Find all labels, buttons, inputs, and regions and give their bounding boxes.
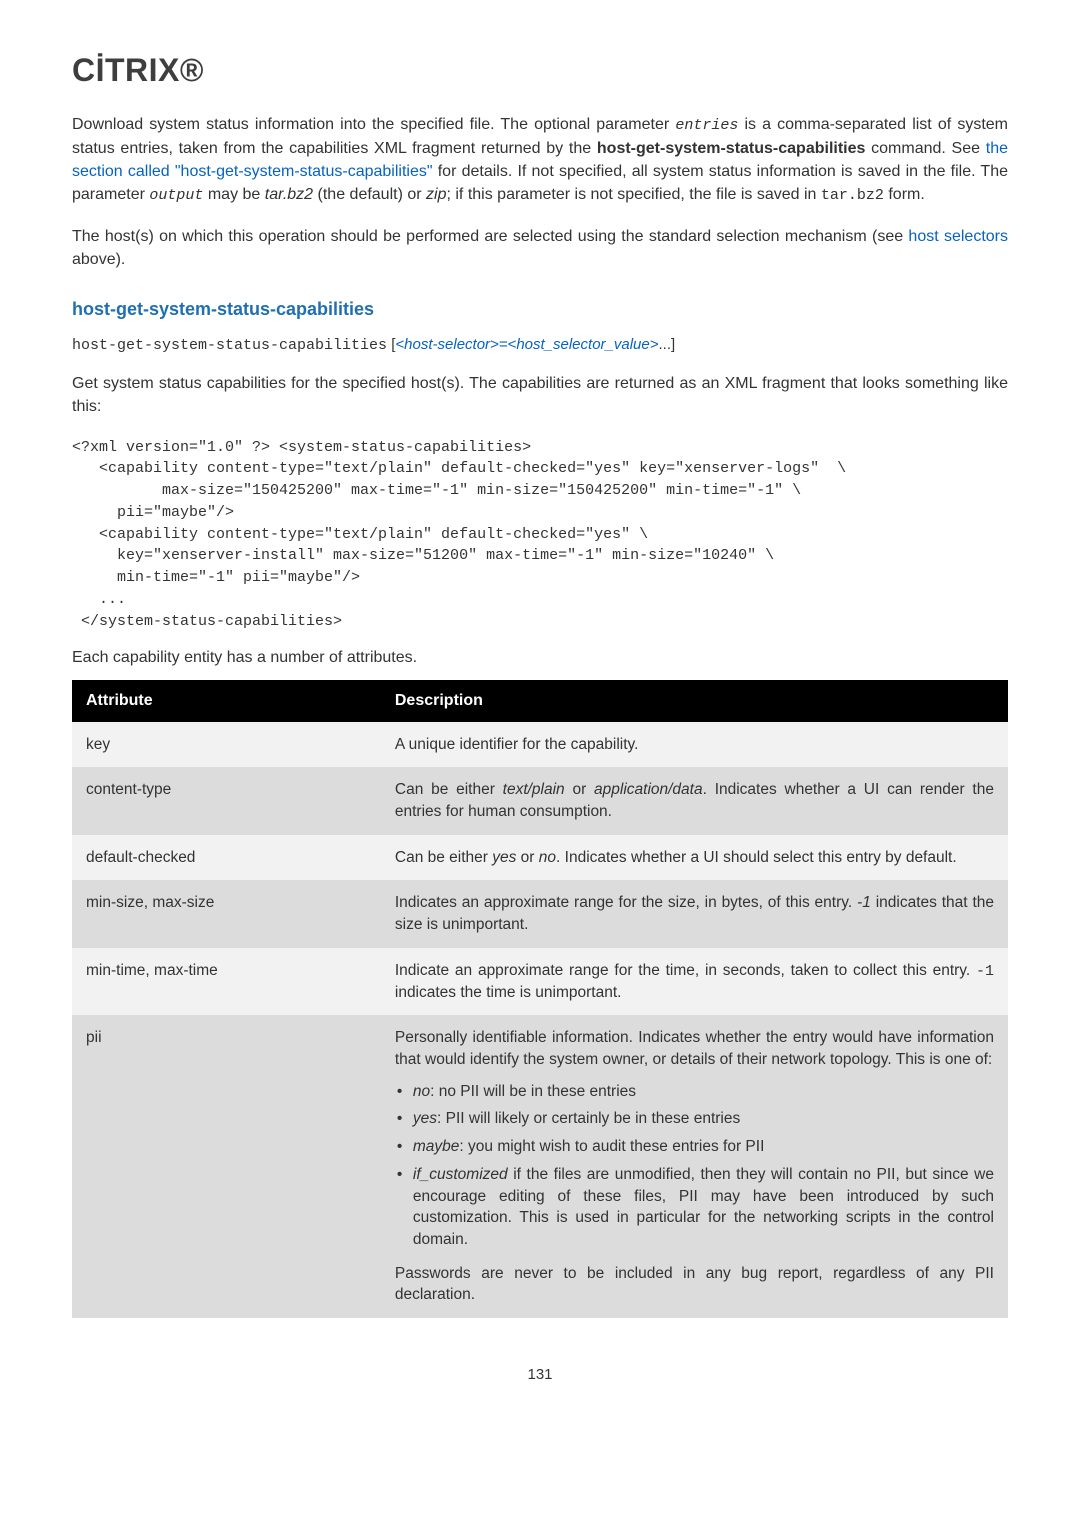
command-name: host-get-system-status-capabilities <box>72 337 387 354</box>
command-usage-line: host-get-system-status-capabilities [<ho… <box>72 336 1008 354</box>
attr-desc: Indicate an approximate range for the ti… <box>381 948 1008 1016</box>
command-arg: <host-selector>=<host_selector_value> <box>395 336 658 353</box>
code-tarbz2: tar.bz2 <box>821 187 884 204</box>
text: The host(s) on which this operation shou… <box>72 228 908 245</box>
value: yes <box>492 849 516 866</box>
value: text/plain <box>503 781 565 798</box>
value-tarbz2: tar.bz2 <box>265 186 313 203</box>
attr-name: pii <box>72 1015 381 1318</box>
attr-name: content-type <box>72 767 381 834</box>
attr-desc: Personally identifiable information. Ind… <box>381 1015 1008 1318</box>
param-output: output <box>149 187 203 204</box>
text: or <box>516 849 538 866</box>
text: : you might wish to audit these entries … <box>459 1138 764 1155</box>
attr-desc: A unique identifier for the capability. <box>381 722 1008 768</box>
text: Can be either <box>395 781 503 798</box>
text: above). <box>72 251 125 268</box>
text: ...] <box>659 336 676 353</box>
pii-intro: Personally identifiable information. Ind… <box>395 1027 994 1070</box>
citrix-logo: CİTRIX® <box>72 52 1008 89</box>
param-entries: entries <box>675 117 738 134</box>
text: may be <box>203 186 264 203</box>
text: (the default) or <box>313 186 426 203</box>
attributes-table: Attribute Description key A unique ident… <box>72 680 1008 1318</box>
list-item: if_customized if the files are unmodifie… <box>395 1164 994 1251</box>
text: indicates the time is unimportant. <box>395 984 622 1001</box>
xml-code-block: <?xml version="1.0" ?> <system-status-ca… <box>72 437 1008 633</box>
attr-name: min-size, max-size <box>72 880 381 947</box>
attr-desc: Indicates an approximate range for the s… <box>381 880 1008 947</box>
list-item: yes: PII will likely or certainly be in … <box>395 1108 994 1130</box>
intro-paragraph-1: Download system status information into … <box>72 113 1008 207</box>
table-row: min-time, max-time Indicate an approxima… <box>72 948 1008 1016</box>
table-row: key A unique identifier for the capabili… <box>72 722 1008 768</box>
section-paragraph: Get system status capabilities for the s… <box>72 372 1008 418</box>
command-bold: host-get-system-status-capabilities <box>597 140 866 157</box>
list-item: maybe: you might wish to audit these ent… <box>395 1136 994 1158</box>
pii-footer: Passwords are never to be included in an… <box>395 1263 994 1306</box>
value: -1 <box>857 894 871 911</box>
text: Indicates an approximate range for the s… <box>395 894 857 911</box>
value: application/data <box>594 781 703 798</box>
section-heading: host-get-system-status-capabilities <box>72 299 1008 320</box>
value: if_customized <box>413 1166 508 1183</box>
attr-desc: Can be either text/plain or application/… <box>381 767 1008 834</box>
text: : no PII will be in these entries <box>430 1083 636 1100</box>
text: Download system status information into … <box>72 116 675 133</box>
text: Can be either <box>395 849 492 866</box>
value: no <box>413 1083 430 1100</box>
text: command. See <box>865 140 985 157</box>
table-header-attribute: Attribute <box>72 680 381 722</box>
value: no <box>539 849 556 866</box>
text: form. <box>884 186 925 203</box>
table-row: pii Personally identifiable information.… <box>72 1015 1008 1318</box>
text: Indicate an approximate range for the ti… <box>395 962 976 979</box>
attr-name: key <box>72 722 381 768</box>
table-row: min-size, max-size Indicates an approxim… <box>72 880 1008 947</box>
pii-bullet-list: no: no PII will be in these entries yes:… <box>395 1081 994 1251</box>
page-number: 131 <box>72 1366 1008 1383</box>
link-host-selectors[interactable]: host selectors <box>908 228 1008 245</box>
text: . Indicates whether a UI should select t… <box>556 849 957 866</box>
text: ; if this parameter is not specified, th… <box>446 186 820 203</box>
after-code-paragraph: Each capability entity has a number of a… <box>72 646 1008 669</box>
table-header-description: Description <box>381 680 1008 722</box>
value: maybe <box>413 1138 460 1155</box>
value-zip: zip <box>426 186 446 203</box>
intro-paragraph-2: The host(s) on which this operation shou… <box>72 225 1008 271</box>
text: : PII will likely or certainly be in the… <box>437 1110 740 1127</box>
value: yes <box>413 1110 437 1127</box>
table-row: default-checked Can be either yes or no.… <box>72 835 1008 881</box>
attr-desc: Can be either yes or no. Indicates wheth… <box>381 835 1008 881</box>
list-item: no: no PII will be in these entries <box>395 1081 994 1103</box>
attr-name: default-checked <box>72 835 381 881</box>
table-row: content-type Can be either text/plain or… <box>72 767 1008 834</box>
attr-name: min-time, max-time <box>72 948 381 1016</box>
value: -1 <box>976 963 994 980</box>
text: or <box>565 781 594 798</box>
